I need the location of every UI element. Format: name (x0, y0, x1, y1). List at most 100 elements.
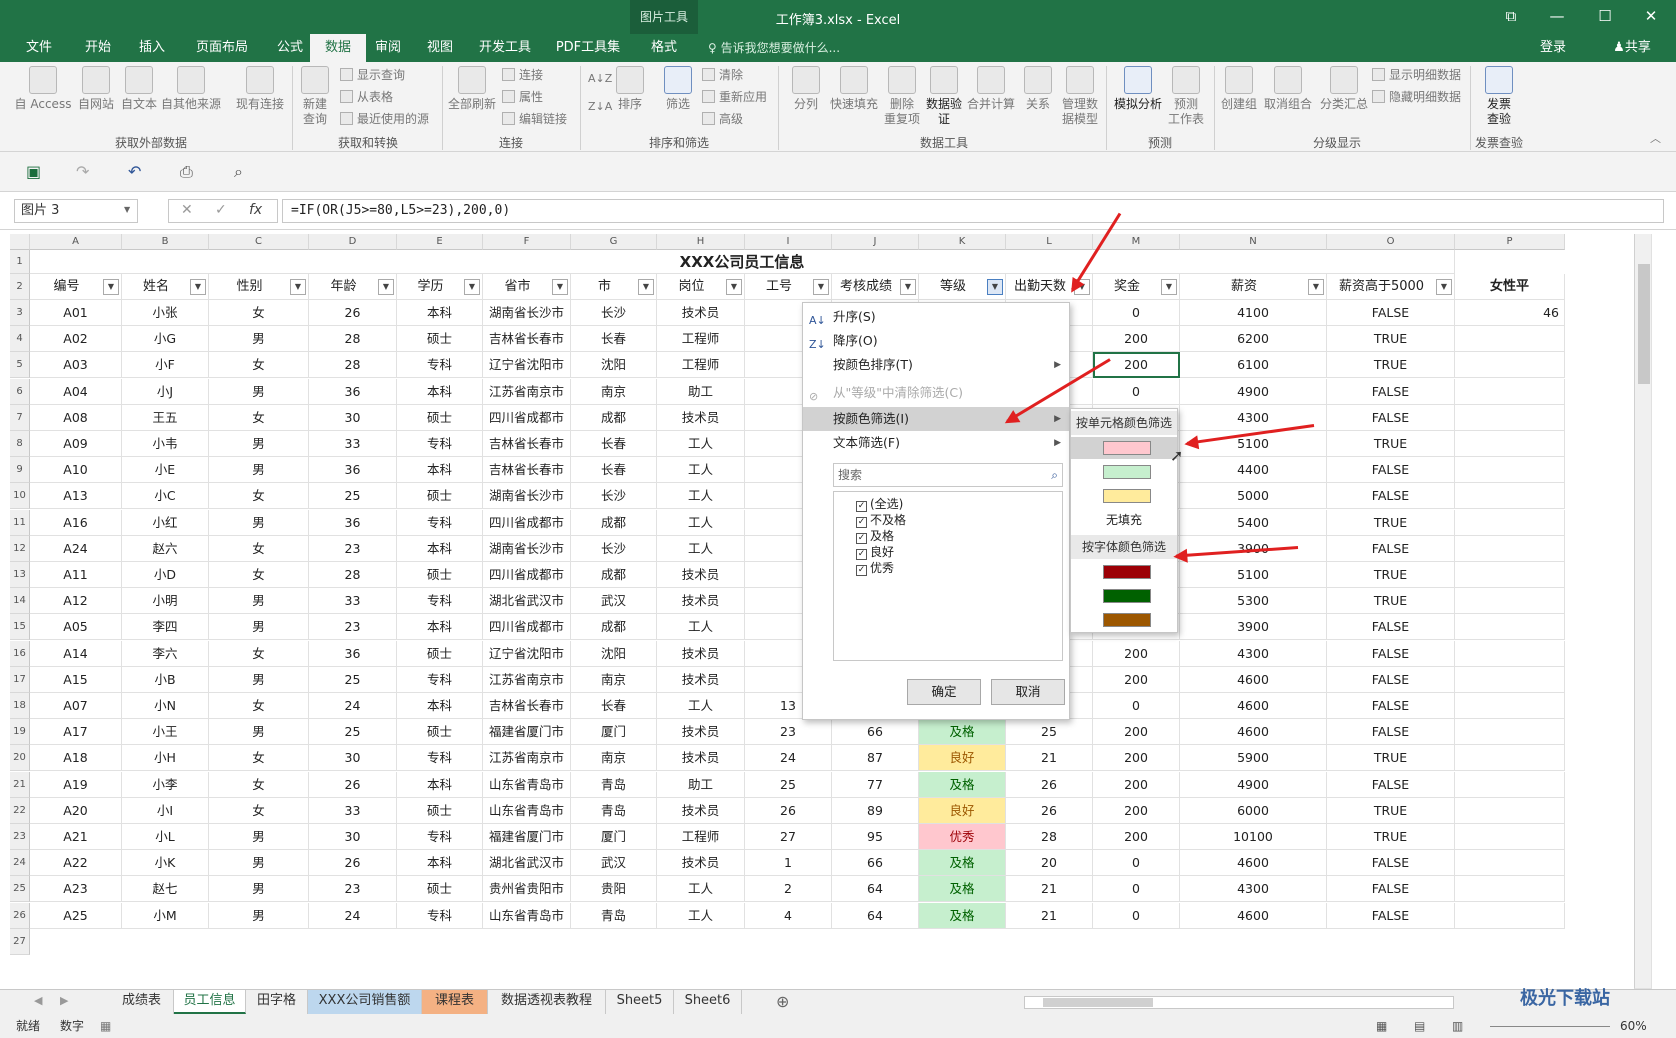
swatch-cell-green[interactable] (1103, 465, 1151, 479)
table-cell[interactable]: 男 (209, 719, 309, 746)
table-cell[interactable]: 李四 (122, 614, 209, 641)
table-cell[interactable]: 4300 (1180, 876, 1327, 903)
table-cell[interactable]: 硕士 (397, 640, 483, 667)
save-icon[interactable]: ▣ (26, 162, 41, 181)
clear-filter-button[interactable]: 清除 (702, 64, 743, 86)
table-cell[interactable]: 吉林省长春市 (483, 693, 571, 719)
table-cell[interactable]: 辽宁省沈阳市 (483, 352, 571, 379)
table-cell[interactable]: 及格 (919, 850, 1006, 877)
column-header[interactable]: G (571, 234, 657, 250)
table-cell[interactable]: 5000 (1180, 483, 1327, 510)
table-cell[interactable]: 200 (1093, 666, 1180, 693)
sheet-tab-employee-info[interactable]: 员工信息 (174, 990, 246, 1014)
table-cell[interactable]: 本科 (397, 457, 483, 484)
table-cell[interactable]: 男 (209, 614, 309, 641)
table-cell[interactable]: 女 (209, 693, 309, 719)
table-cell[interactable]: 南京 (571, 378, 657, 405)
table-cell[interactable] (1455, 797, 1565, 824)
tab-file[interactable]: 文件 (14, 34, 64, 62)
table-cell[interactable]: 本科 (397, 771, 483, 798)
table-cell[interactable]: FALSE (1327, 378, 1455, 405)
table-cell[interactable]: 女 (209, 745, 309, 772)
filter-dropdown-button[interactable]: ▼ (638, 279, 654, 295)
table-cell[interactable]: 成都 (571, 562, 657, 588)
table-cell[interactable]: 南京 (571, 666, 657, 693)
table-cell[interactable]: 吉林省长春市 (483, 431, 571, 457)
table-cell[interactable]: 四川省成都市 (483, 509, 571, 536)
table-cell[interactable]: 硕士 (397, 483, 483, 510)
table-cell[interactable]: 4600 (1180, 902, 1327, 929)
table-cell[interactable]: TRUE (1327, 797, 1455, 824)
table-cell[interactable]: 工人 (657, 693, 745, 719)
collapse-ribbon-icon[interactable]: ︿ (1650, 128, 1661, 150)
table-cell[interactable]: 硕士 (397, 404, 483, 431)
table-cell[interactable]: 小C (122, 483, 209, 510)
table-cell[interactable]: 硕士 (397, 719, 483, 746)
filter-dropdown-button[interactable]: ▼ (726, 279, 742, 295)
checkbox-select-all[interactable]: ✓ (全选) (856, 496, 903, 512)
sheet-tab-pivot-tutorial[interactable]: 数据透视表教程 (488, 990, 606, 1014)
row-header[interactable]: 14 (10, 588, 30, 615)
filter-dropdown-button[interactable]: ▼ (1436, 279, 1452, 295)
column-header[interactable]: E (397, 234, 483, 250)
sheet-tab-grid[interactable]: 田字格 (246, 990, 308, 1014)
table-cell[interactable]: 工人 (657, 509, 745, 536)
table-cell[interactable]: 专科 (397, 509, 483, 536)
column-header[interactable]: D (309, 234, 397, 250)
table-cell[interactable]: 女 (209, 483, 309, 510)
table-cell[interactable]: 女 (209, 352, 309, 379)
table-cell[interactable]: 工程师 (657, 326, 745, 353)
table-cell[interactable]: A20 (30, 797, 122, 824)
tell-me-box[interactable]: ♀ 告诉我您想要做什么... (708, 34, 908, 62)
table-cell[interactable]: 贵州省贵阳市 (483, 876, 571, 903)
swatch-font-brown[interactable] (1103, 613, 1151, 627)
tab-data[interactable]: 数据 (310, 34, 366, 62)
table-cell[interactable]: 小I (122, 797, 209, 824)
table-cell[interactable]: 小明 (122, 588, 209, 615)
table-cell[interactable]: 湖北省武汉市 (483, 588, 571, 615)
from-access-button[interactable]: 自 Access (14, 66, 72, 112)
table-cell[interactable]: 20 (1006, 850, 1093, 877)
table-cell[interactable]: 66 (832, 850, 919, 877)
table-cell[interactable]: 0 (1093, 300, 1180, 326)
table-cell[interactable]: TRUE (1327, 588, 1455, 615)
sort-ascending-item[interactable]: A↓ 升序(S) (803, 305, 1069, 329)
table-cell[interactable] (1455, 457, 1565, 484)
table-cell[interactable]: 江苏省南京市 (483, 745, 571, 772)
normal-view-icon[interactable]: ▦ (1376, 1015, 1387, 1038)
table-cell[interactable]: 0 (1093, 693, 1180, 719)
table-cell[interactable]: FALSE (1327, 719, 1455, 746)
table-cell[interactable]: 男 (209, 431, 309, 457)
data-validation-button[interactable]: 数据验 证 (922, 66, 966, 127)
table-cell[interactable]: 四川省成都市 (483, 404, 571, 431)
table-cell[interactable]: 及格 (919, 719, 1006, 746)
from-web-button[interactable]: 自网站 (72, 66, 120, 112)
cancel-button[interactable]: 取消 (991, 679, 1065, 705)
filter-dropdown-button[interactable]: ▼ (552, 279, 568, 295)
table-cell[interactable]: 0 (1093, 378, 1180, 405)
filter-by-color-item[interactable]: 按颜色筛选(I) ▶ (803, 407, 1069, 431)
table-cell[interactable]: TRUE (1327, 352, 1455, 379)
chevron-down-icon[interactable]: ▼ (124, 205, 130, 214)
row-header[interactable]: 8 (10, 431, 30, 457)
table-cell[interactable]: 26 (1006, 771, 1093, 798)
table-cell[interactable] (1455, 850, 1565, 877)
table-cell[interactable]: 21 (1006, 745, 1093, 772)
table-cell[interactable]: 工人 (657, 902, 745, 929)
checkbox-good[interactable]: ✓ 良好 (856, 544, 894, 560)
table-cell[interactable]: 青岛 (571, 902, 657, 929)
table-cell[interactable]: 男 (209, 457, 309, 484)
sheet-tab-sales[interactable]: XXX公司销售额 (308, 990, 422, 1014)
zoom-level[interactable]: 60% (1620, 1015, 1647, 1038)
table-cell[interactable]: 青岛 (571, 797, 657, 824)
table-cell[interactable]: 6000 (1180, 797, 1327, 824)
table-cell[interactable] (1455, 745, 1565, 772)
tab-view[interactable]: 视图 (414, 34, 466, 62)
table-cell[interactable]: FALSE (1327, 876, 1455, 903)
table-cell[interactable]: A08 (30, 404, 122, 431)
table-cell[interactable]: 长春 (571, 693, 657, 719)
table-cell[interactable]: 4600 (1180, 693, 1327, 719)
table-cell[interactable]: 66 (832, 719, 919, 746)
table-cell[interactable]: 贵阳 (571, 876, 657, 903)
row-header[interactable]: 10 (10, 483, 30, 510)
